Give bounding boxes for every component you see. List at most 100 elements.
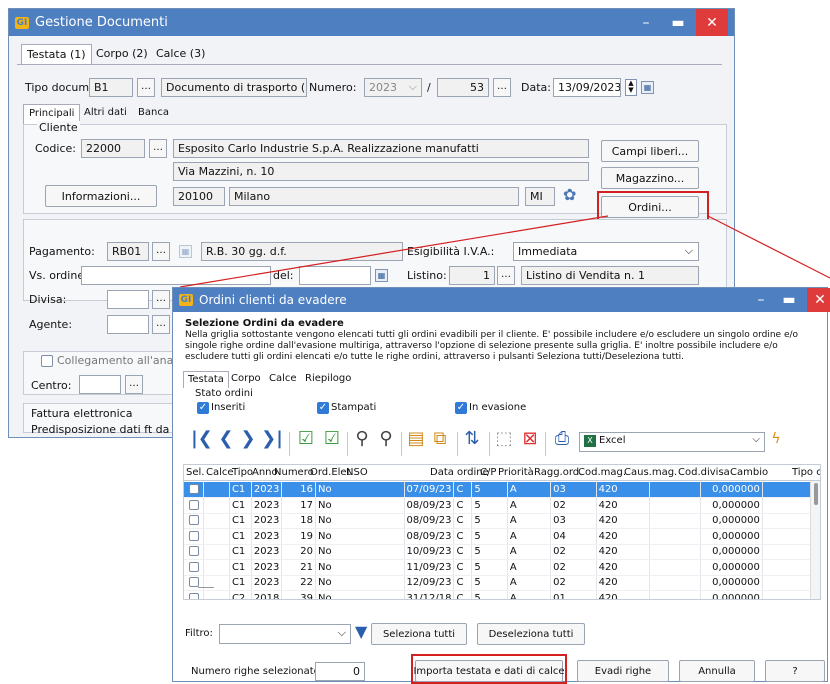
table-row[interactable]: C1 2023 16 No 07/09/23 C 5 A 03 420 0,000000 <box>184 482 813 498</box>
sort-icon[interactable]: ⇅ <box>461 426 483 452</box>
deseleziona-tutti-button[interactable]: Deseleziona tutti <box>477 623 585 645</box>
ord-elet-cell: No <box>315 590 405 599</box>
row-select-checkbox[interactable] <box>188 484 199 494</box>
row-select-cell[interactable] <box>184 590 205 599</box>
first-record-icon[interactable]: |❮ <box>191 426 213 452</box>
chevron-down-icon: ⌵ <box>752 434 760 445</box>
dialog-tab-calce[interactable]: Calce <box>265 371 301 388</box>
cod-mag-cell: 03 <box>550 482 597 498</box>
seleziona-tutti-button[interactable]: Seleziona tutti <box>371 623 467 645</box>
table-row[interactable]: C1 2023 17 No 08/09/23 C 5 A 02 420 0,000000 <box>184 497 813 514</box>
numero-cell: 19 <box>281 528 316 545</box>
help-button[interactable]: ? <box>765 660 825 682</box>
row-select-checkbox[interactable] <box>188 530 199 541</box>
row-select-checkbox[interactable] <box>188 499 199 510</box>
search-clear-icon[interactable]: ⚲ <box>375 426 397 452</box>
select-all-check-icon[interactable]: ☑ <box>321 426 343 452</box>
print-icon[interactable]: ⎙ <box>551 426 573 452</box>
in-evasione-label: In evasione <box>469 402 527 413</box>
connector-line-left <box>179 215 609 288</box>
anno-cell: 2023 <box>251 559 283 576</box>
cod-divisa-cell <box>649 497 702 514</box>
dialog-tab-testata[interactable]: Testata <box>183 371 229 388</box>
deselect-icon[interactable]: ⬚ <box>493 426 515 452</box>
dialog-tab-corpo[interactable]: Corpo <box>227 371 265 388</box>
priorita-cell: 5 <box>471 559 508 576</box>
grid-scrollbar[interactable] <box>810 481 820 599</box>
table-row[interactable]: C1 2023 21 No 11/09/23 C 5 A 02 420 0,000000 <box>184 559 813 576</box>
col-caus-mag[interactable]: Caus.mag. <box>624 467 677 478</box>
col-calce[interactable]: Calce <box>206 467 234 478</box>
filter-icon[interactable]: ▼ <box>355 622 367 641</box>
filtro-select[interactable]: ⌵ <box>219 624 351 644</box>
toolbar-separator <box>545 432 546 456</box>
ord-elet-cell: No <box>315 544 405 560</box>
row-select-cell[interactable] <box>184 528 205 545</box>
ord-elet-cell: No <box>315 497 405 514</box>
table-row[interactable]: C1 2023 20 No 10/09/23 C 5 A 02 420 0,000000 <box>184 544 813 560</box>
row-select-cell[interactable] <box>184 559 205 576</box>
col-cambio[interactable]: Cambio <box>730 467 768 478</box>
layout-icon[interactable]: ⧉ <box>429 426 451 452</box>
grid-scroll-thumb[interactable] <box>813 483 818 505</box>
col-cod-divisa[interactable]: Cod.divisa <box>678 467 730 478</box>
col-priorita[interactable]: Priorità <box>498 467 534 478</box>
inseriti-checkbox[interactable]: ✓ <box>197 402 209 414</box>
row-select-cell[interactable] <box>184 482 205 498</box>
tipo-cell: C1 <box>229 497 252 514</box>
row-select-cell[interactable] <box>184 497 205 514</box>
in-evasione-checkbox[interactable]: ✓ <box>455 402 467 414</box>
anno-cell: 2023 <box>251 513 283 529</box>
row-select-checkbox[interactable] <box>188 561 199 572</box>
caus-mag-cell: 420 <box>596 559 650 576</box>
data-ordine-cell: 11/09/23 <box>404 559 455 576</box>
row-select-cell[interactable] <box>184 575 205 591</box>
columns-icon[interactable]: ▤ <box>405 426 427 452</box>
dialog-tab-riepilogo[interactable]: Riepilogo <box>301 371 355 388</box>
cp-cell: C <box>453 544 473 560</box>
table-row[interactable]: C1 2023 18 No 08/09/23 C 5 A 03 420 0,000000 <box>184 513 813 529</box>
next-record-icon[interactable]: ❯ <box>237 426 259 452</box>
col-ragg-ord[interactable]: Ragg.ord. <box>534 467 582 478</box>
dialog-close-icon[interactable]: ✕ <box>807 288 830 312</box>
row-select-cell[interactable] <box>184 513 205 529</box>
numero-righe-field: 0 <box>315 662 365 681</box>
orders-table: C1 2023 16 No 07/09/23 C 5 A 03 420 0,000000 C1 2023… <box>184 482 813 599</box>
row-select-checkbox[interactable] <box>188 546 199 557</box>
last-record-icon[interactable]: ❯| <box>261 426 283 452</box>
select-check-icon[interactable]: ☑ <box>295 426 317 452</box>
col-tipo-c[interactable]: Tipo c <box>792 467 820 478</box>
lightning-icon[interactable]: ϟ <box>765 426 787 452</box>
table-row[interactable]: C2 2018 39 No 31/12/18 C 5 A 01 420 0,000000 <box>184 590 813 599</box>
col-cp[interactable]: C/P <box>480 467 496 478</box>
dialog-maximize-icon[interactable]: ▬ <box>773 288 805 312</box>
cambio-cell: 0,000000 <box>700 590 763 599</box>
table-row[interactable]: C1 2023 19 No 08/09/23 C 5 A 04 420 0,000000 <box>184 528 813 545</box>
ord-elet-cell: No <box>315 575 405 591</box>
annulla-button[interactable]: Annulla <box>679 660 755 682</box>
table-row[interactable]: C1 2023 22 No 12/09/23 C 5 A 02 420 0,000000 <box>184 575 813 591</box>
evadi-righe-button[interactable]: Evadi righe <box>577 660 669 682</box>
col-cod-mag[interactable]: Cod.mag. <box>578 467 626 478</box>
stampati-checkbox[interactable]: ✓ <box>317 402 329 414</box>
search-icon[interactable]: ⚲ <box>351 426 373 452</box>
anno-cell: 2023 <box>251 528 283 545</box>
cod-divisa-cell <box>649 482 702 498</box>
tipo-cell: C1 <box>229 575 252 591</box>
row-select-checkbox[interactable] <box>188 592 199 599</box>
caus-mag-cell: 420 <box>596 513 650 529</box>
col-tipo[interactable]: Tipo <box>232 467 253 478</box>
col-sel[interactable]: Sel. <box>186 467 204 478</box>
export-select[interactable]: X Excel ⌵ <box>579 432 765 452</box>
row-select-checkbox[interactable] <box>188 577 199 588</box>
numero-cell: 21 <box>281 559 316 576</box>
remove-icon[interactable]: ⊠ <box>519 426 541 452</box>
tipo-cell: C1 <box>229 528 252 545</box>
ragg-ord-cell: A <box>507 590 552 599</box>
prev-record-icon[interactable]: ❮ <box>215 426 237 452</box>
col-nso[interactable]: NSO <box>346 467 368 478</box>
col-numero[interactable]: Numero <box>274 467 314 478</box>
row-select-cell[interactable] <box>184 544 205 560</box>
row-select-checkbox[interactable] <box>188 515 199 526</box>
priorita-cell: 5 <box>471 482 508 498</box>
